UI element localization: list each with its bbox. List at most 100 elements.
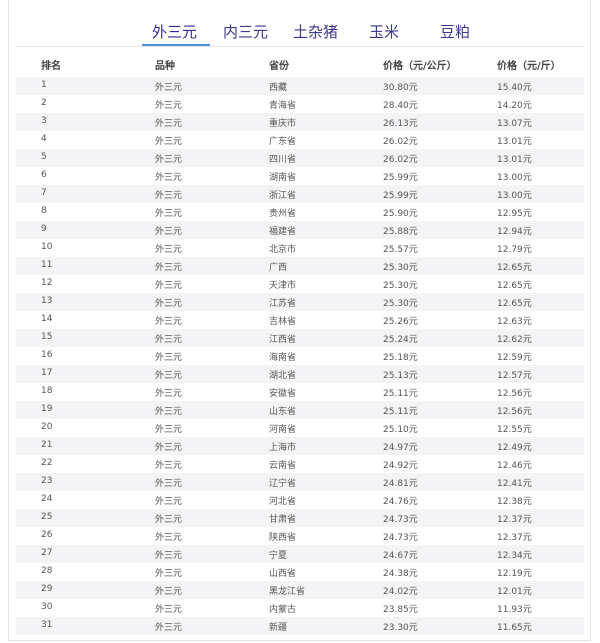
price-jin-cell: 12.49元 <box>497 443 532 453</box>
price-kg-cell: 25.57元 <box>383 245 418 255</box>
price-kg-cell: 25.18元 <box>383 353 418 363</box>
rank-cell: 1 <box>41 80 47 90</box>
price-kg-cell: 23.30元 <box>383 623 418 633</box>
price-kg-cell: 25.10元 <box>383 425 418 435</box>
rank-cell: 22 <box>41 458 53 468</box>
price-jin-cell: 13.00元 <box>497 173 532 183</box>
price-kg-cell: 25.99元 <box>383 173 418 183</box>
rank-cell: 2 <box>41 98 47 108</box>
table-row: 10 外三元 北京市 25.57元 12.79元 <box>16 239 584 257</box>
price-kg-cell: 25.11元 <box>383 389 418 399</box>
table-row: 23 外三元 辽宁省 24.81元 12.41元 <box>16 473 584 491</box>
table-row: 21 外三元 上海市 24.97元 12.49元 <box>16 437 584 455</box>
province-cell: 上海市 <box>269 443 297 453</box>
province-cell: 北京市 <box>269 245 297 255</box>
table-row: 15 外三元 江西省 25.24元 12.62元 <box>16 329 584 347</box>
table-row: 5 外三元 四川省 26.02元 13.01元 <box>16 149 584 167</box>
province-cell: 浙江省 <box>269 191 297 201</box>
tab-wai-san-yuan[interactable]: 外三元 <box>152 22 197 42</box>
price-jin-cell: 13.00元 <box>497 191 532 201</box>
province-cell: 西藏 <box>269 83 288 93</box>
province-cell: 河南省 <box>269 425 297 435</box>
breed-cell: 外三元 <box>155 479 183 489</box>
price-kg-cell: 25.30元 <box>383 263 418 273</box>
tab-yu-mi[interactable]: 玉米 <box>369 22 399 42</box>
province-cell: 山西省 <box>269 569 297 579</box>
table-row: 22 外三元 云南省 24.92元 12.46元 <box>16 455 584 473</box>
price-kg-cell: 25.90元 <box>383 209 418 219</box>
rank-cell: 29 <box>41 584 53 594</box>
breed-cell: 外三元 <box>155 83 183 93</box>
breed-cell: 外三元 <box>155 101 183 111</box>
rank-cell: 19 <box>41 404 53 414</box>
price-jin-cell: 15.40元 <box>497 83 532 93</box>
price-kg-cell: 24.02元 <box>383 587 418 597</box>
rank-cell: 7 <box>41 188 47 198</box>
table-row: 25 外三元 甘肃省 24.73元 12.37元 <box>16 509 584 527</box>
rank-cell: 18 <box>41 386 53 396</box>
province-cell: 云南省 <box>269 461 297 471</box>
breed-cell: 外三元 <box>155 443 183 453</box>
table-row: 1 外三元 西藏 30.80元 15.40元 <box>16 77 584 95</box>
table-row: 26 外三元 陕西省 24.73元 12.37元 <box>16 527 584 545</box>
price-kg-cell: 25.99元 <box>383 191 418 201</box>
table-row: 11 外三元 广西 25.30元 12.65元 <box>16 257 584 275</box>
table-row: 14 外三元 吉林省 25.26元 12.63元 <box>16 311 584 329</box>
price-jin-cell: 12.41元 <box>497 479 532 489</box>
rank-cell: 12 <box>41 278 53 288</box>
table-header: 排名 品种 省份 价格（元/公斤） 价格（元/斤） <box>16 52 584 74</box>
province-cell: 安徽省 <box>269 389 297 399</box>
province-cell: 湖南省 <box>269 173 297 183</box>
tab-dou-po[interactable]: 豆粕 <box>440 22 470 42</box>
breed-cell: 外三元 <box>155 263 183 273</box>
province-cell: 重庆市 <box>269 119 297 129</box>
breed-cell: 外三元 <box>155 533 183 543</box>
rank-cell: 24 <box>41 494 53 504</box>
price-kg-cell: 25.26元 <box>383 317 418 327</box>
rank-cell: 26 <box>41 530 53 540</box>
price-jin-cell: 12.56元 <box>497 407 532 417</box>
province-cell: 陕西省 <box>269 533 297 543</box>
table-row: 9 外三元 福建省 25.88元 12.94元 <box>16 221 584 239</box>
breed-cell: 外三元 <box>155 425 183 435</box>
table-row: 19 外三元 山东省 25.11元 12.56元 <box>16 401 584 419</box>
price-jin-cell: 12.37元 <box>497 515 532 525</box>
table-row: 18 外三元 安徽省 25.11元 12.56元 <box>16 383 584 401</box>
table-row: 16 外三元 海南省 25.18元 12.59元 <box>16 347 584 365</box>
province-cell: 福建省 <box>269 227 297 237</box>
province-cell: 河北省 <box>269 497 297 507</box>
table-row: 7 外三元 浙江省 25.99元 13.00元 <box>16 185 584 203</box>
table-row: 13 外三元 江苏省 25.30元 12.65元 <box>16 293 584 311</box>
price-kg-cell: 28.40元 <box>383 101 418 111</box>
table-row: 12 外三元 天津市 25.30元 12.65元 <box>16 275 584 293</box>
price-jin-cell: 14.20元 <box>497 101 532 111</box>
breed-cell: 外三元 <box>155 155 183 165</box>
province-cell: 江苏省 <box>269 299 297 309</box>
price-jin-cell: 12.46元 <box>497 461 532 471</box>
rank-cell: 3 <box>41 116 47 126</box>
price-kg-cell: 24.73元 <box>383 515 418 525</box>
breed-cell: 外三元 <box>155 173 183 183</box>
price-jin-cell: 12.19元 <box>497 569 532 579</box>
rank-cell: 11 <box>41 260 53 270</box>
tab-tu-za-zhu[interactable]: 土杂猪 <box>293 22 338 42</box>
table-row: 4 外三元 广东省 26.02元 13.01元 <box>16 131 584 149</box>
price-kg-cell: 25.13元 <box>383 371 418 381</box>
price-kg-cell: 25.11元 <box>383 407 418 417</box>
price-jin-cell: 12.65元 <box>497 263 532 273</box>
price-jin-cell: 12.94元 <box>497 227 532 237</box>
rank-cell: 30 <box>41 602 53 612</box>
rank-cell: 16 <box>41 350 53 360</box>
province-cell: 甘肃省 <box>269 515 297 525</box>
tab-nei-san-yuan[interactable]: 内三元 <box>223 22 268 42</box>
price-kg-cell: 23.85元 <box>383 605 418 615</box>
rank-cell: 28 <box>41 566 53 576</box>
province-cell: 四川省 <box>269 155 297 165</box>
price-jin-cell: 12.34元 <box>497 551 532 561</box>
price-kg-cell: 24.73元 <box>383 533 418 543</box>
price-kg-cell: 25.88元 <box>383 227 418 237</box>
rank-cell: 4 <box>41 134 47 144</box>
breed-cell: 外三元 <box>155 119 183 129</box>
price-kg-cell: 25.24元 <box>383 335 418 345</box>
breed-cell: 外三元 <box>155 317 183 327</box>
